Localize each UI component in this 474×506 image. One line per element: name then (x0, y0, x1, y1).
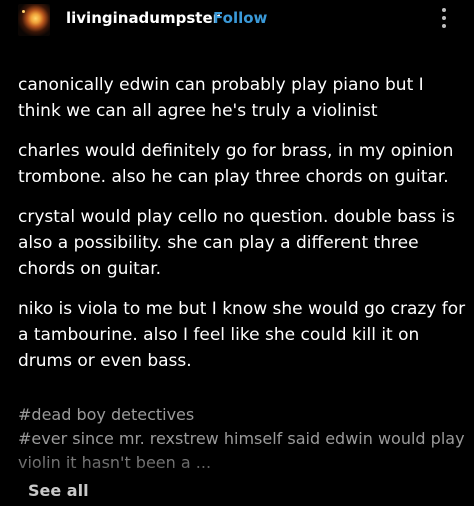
tag-link[interactable]: #ever since mr. rexstrew himself said ed… (18, 427, 468, 475)
post-paragraph: crystal would play cello no question. do… (18, 207, 455, 279)
post-paragraph: charles would definitely go for brass, i… (18, 141, 454, 187)
post-tags: #dead boy detectives #ever since mr. rex… (18, 403, 468, 475)
vertical-ellipsis-icon (442, 16, 446, 20)
post-paragraph: niko is viola to me but I know she would… (18, 299, 466, 371)
vertical-ellipsis-icon (442, 8, 446, 12)
avatar[interactable] (18, 4, 50, 36)
post-header: livinginadumpster Follow (0, 0, 474, 40)
fire-avatar-icon (22, 10, 25, 13)
see-all-button[interactable]: See all (28, 481, 89, 500)
post-body: canonically edwin can probably play pian… (18, 72, 468, 388)
follow-button[interactable]: Follow (213, 9, 267, 27)
post-paragraph: canonically edwin can probably play pian… (18, 75, 424, 121)
tag-link[interactable]: #dead boy detectives (18, 403, 468, 427)
vertical-ellipsis-icon (442, 24, 446, 28)
username-link[interactable]: livinginadumpster (66, 9, 220, 27)
more-options-button[interactable] (432, 4, 456, 32)
